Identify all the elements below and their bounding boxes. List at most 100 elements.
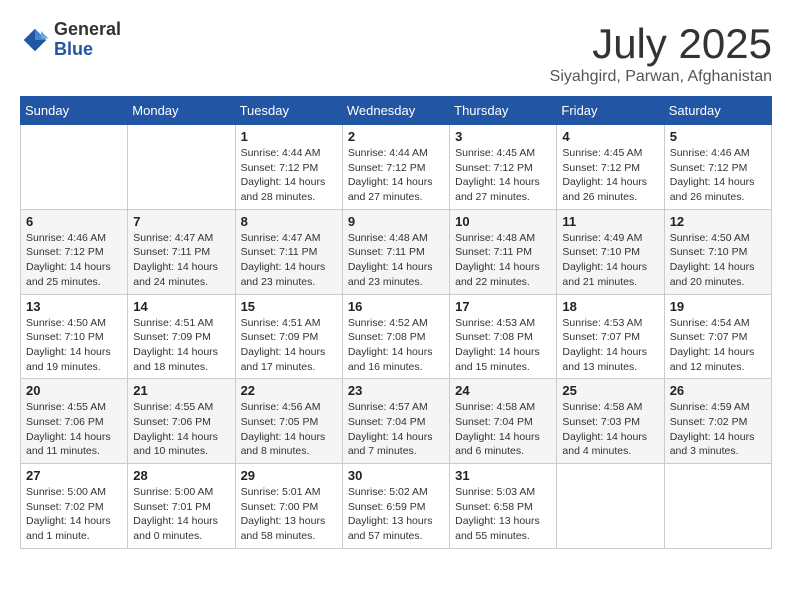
calendar-cell: 18Sunrise: 4:53 AM Sunset: 7:07 PM Dayli… [557, 294, 664, 379]
day-number: 26 [670, 383, 766, 398]
day-number: 9 [348, 214, 444, 229]
day-info: Sunrise: 4:58 AM Sunset: 7:04 PM Dayligh… [455, 400, 551, 459]
calendar-cell: 3 Sunrise: 4:45 AM Sunset: 7:12 PM Daylig… [450, 125, 557, 210]
weekday-header-sunday: Sunday [21, 97, 128, 125]
day-info: Sunrise: 5:00 AM Sunset: 7:02 PM Dayligh… [26, 485, 122, 544]
day-info: Sunrise: 4:46 AM Sunset: 7:12 PM Dayligh… [670, 146, 766, 205]
location-title: Siyahgird, Parwan, Afghanistan [550, 68, 772, 86]
day-info: Sunrise: 4:44 AM Sunset: 7:12 PM Dayligh… [348, 146, 444, 205]
day-number: 19 [670, 299, 766, 314]
day-info: Sunrise: 4:47 AM Sunset: 7:11 PM Dayligh… [133, 231, 229, 290]
calendar-cell: 29 Sunrise: 5:01 AM Sunset: 7:00 PM Dayli… [235, 464, 342, 549]
weekday-header-saturday: Saturday [664, 97, 771, 125]
calendar-cell: 14Sunrise: 4:51 AM Sunset: 7:09 PM Dayli… [128, 294, 235, 379]
logo-blue-text: Blue [54, 40, 121, 60]
calendar-cell: 5 Sunrise: 4:46 AM Sunset: 7:12 PM Daylig… [664, 125, 771, 210]
title-block: July 2025 Siyahgird, Parwan, Afghanistan [550, 20, 772, 86]
day-info: Sunrise: 4:58 AM Sunset: 7:03 PM Dayligh… [562, 400, 658, 459]
calendar-cell: 23Sunrise: 4:57 AM Sunset: 7:04 PM Dayli… [342, 379, 449, 464]
day-number: 2 [348, 129, 444, 144]
weekday-header-monday: Monday [128, 97, 235, 125]
calendar-cell: 10 Sunrise: 4:48 AM Sunset: 7:11 PM Dayli… [450, 209, 557, 294]
calendar-cell: 20Sunrise: 4:55 AM Sunset: 7:06 PM Dayli… [21, 379, 128, 464]
day-number: 31 [455, 468, 551, 483]
day-info: Sunrise: 4:48 AM Sunset: 7:11 PM Dayligh… [455, 231, 551, 290]
day-number: 3 [455, 129, 551, 144]
logo-text: General Blue [54, 20, 121, 60]
calendar-cell: 21 Sunrise: 4:55 AM Sunset: 7:06 PM Dayli… [128, 379, 235, 464]
day-number: 28 [133, 468, 229, 483]
day-info: Sunrise: 4:59 AM Sunset: 7:02 PM Dayligh… [670, 400, 766, 459]
calendar-cell: 26 Sunrise: 4:59 AM Sunset: 7:02 PM Dayli… [664, 379, 771, 464]
calendar-cell: 6 Sunrise: 4:46 AM Sunset: 7:12 PM Daylig… [21, 209, 128, 294]
day-info: Sunrise: 4:45 AM Sunset: 7:12 PM Dayligh… [455, 146, 551, 205]
day-number: 24 [455, 383, 551, 398]
calendar-cell: 8 Sunrise: 4:47 AM Sunset: 7:11 PM Daylig… [235, 209, 342, 294]
calendar-cell: 12Sunrise: 4:50 AM Sunset: 7:10 PM Dayli… [664, 209, 771, 294]
calendar-cell [128, 125, 235, 210]
day-info: Sunrise: 4:51 AM Sunset: 7:09 PM Dayligh… [133, 316, 229, 375]
day-info: Sunrise: 4:55 AM Sunset: 7:06 PM Dayligh… [26, 400, 122, 459]
calendar-cell: 17 Sunrise: 4:53 AM Sunset: 7:08 PM Dayli… [450, 294, 557, 379]
weekday-header-row: SundayMondayTuesdayWednesdayThursdayFrid… [21, 97, 772, 125]
logo-icon [20, 25, 50, 55]
day-number: 17 [455, 299, 551, 314]
week-row-4: 20Sunrise: 4:55 AM Sunset: 7:06 PM Dayli… [21, 379, 772, 464]
weekday-header-thursday: Thursday [450, 97, 557, 125]
day-info: Sunrise: 4:52 AM Sunset: 7:08 PM Dayligh… [348, 316, 444, 375]
day-number: 25 [562, 383, 658, 398]
day-info: Sunrise: 4:50 AM Sunset: 7:10 PM Dayligh… [26, 316, 122, 375]
calendar-cell: 31 Sunrise: 5:03 AM Sunset: 6:58 PM Dayli… [450, 464, 557, 549]
day-info: Sunrise: 5:02 AM Sunset: 6:59 PM Dayligh… [348, 485, 444, 544]
logo-general-text: General [54, 20, 121, 40]
day-number: 5 [670, 129, 766, 144]
day-info: Sunrise: 4:55 AM Sunset: 7:06 PM Dayligh… [133, 400, 229, 459]
calendar-cell [664, 464, 771, 549]
day-number: 21 [133, 383, 229, 398]
calendar-cell: 19Sunrise: 4:54 AM Sunset: 7:07 PM Dayli… [664, 294, 771, 379]
day-number: 10 [455, 214, 551, 229]
day-number: 12 [670, 214, 766, 229]
calendar-cell [557, 464, 664, 549]
logo: General Blue [20, 20, 121, 60]
day-info: Sunrise: 4:51 AM Sunset: 7:09 PM Dayligh… [241, 316, 337, 375]
day-number: 18 [562, 299, 658, 314]
calendar-cell: 2 Sunrise: 4:44 AM Sunset: 7:12 PM Daylig… [342, 125, 449, 210]
calendar-cell: 16 Sunrise: 4:52 AM Sunset: 7:08 PM Dayli… [342, 294, 449, 379]
weekday-header-friday: Friday [557, 97, 664, 125]
calendar-cell: 1Sunrise: 4:44 AM Sunset: 7:12 PM Daylig… [235, 125, 342, 210]
calendar-cell: 30Sunrise: 5:02 AM Sunset: 6:59 PM Dayli… [342, 464, 449, 549]
weekday-header-tuesday: Tuesday [235, 97, 342, 125]
day-number: 16 [348, 299, 444, 314]
day-number: 23 [348, 383, 444, 398]
day-number: 7 [133, 214, 229, 229]
calendar-cell: 25 Sunrise: 4:58 AM Sunset: 7:03 PM Dayli… [557, 379, 664, 464]
calendar-cell: 11Sunrise: 4:49 AM Sunset: 7:10 PM Dayli… [557, 209, 664, 294]
day-info: Sunrise: 5:03 AM Sunset: 6:58 PM Dayligh… [455, 485, 551, 544]
page-header: General Blue July 2025 Siyahgird, Parwan… [20, 20, 772, 86]
week-row-5: 27Sunrise: 5:00 AM Sunset: 7:02 PM Dayli… [21, 464, 772, 549]
day-number: 15 [241, 299, 337, 314]
week-row-1: 1 Sunrise: 4:44 AM Sunset: 7:12 PM Daylig… [21, 125, 772, 210]
day-number: 6 [26, 214, 122, 229]
day-number: 8 [241, 214, 337, 229]
day-info: Sunrise: 4:46 AM Sunset: 7:12 PM Dayligh… [26, 231, 122, 290]
day-info: Sunrise: 5:01 AM Sunset: 7:00 PM Dayligh… [241, 485, 337, 544]
month-title: July 2025 [550, 20, 772, 68]
calendar-table: SundayMondayTuesdayWednesdayThursdayFrid… [20, 96, 772, 549]
day-info: Sunrise: 4:53 AM Sunset: 7:08 PM Dayligh… [455, 316, 551, 375]
day-info: Sunrise: 4:48 AM Sunset: 7:11 PM Dayligh… [348, 231, 444, 290]
day-number: 4 [562, 129, 658, 144]
day-number: 29 [241, 468, 337, 483]
calendar-cell: 22Sunrise: 4:56 AM Sunset: 7:05 PM Dayli… [235, 379, 342, 464]
day-info: Sunrise: 4:47 AM Sunset: 7:11 PM Dayligh… [241, 231, 337, 290]
calendar-cell: 9 Sunrise: 4:48 AM Sunset: 7:11 PM Daylig… [342, 209, 449, 294]
calendar-cell [21, 125, 128, 210]
calendar-cell: 13 Sunrise: 4:50 AM Sunset: 7:10 PM Dayli… [21, 294, 128, 379]
day-number: 1 [241, 129, 337, 144]
day-number: 13 [26, 299, 122, 314]
calendar-cell: 27Sunrise: 5:00 AM Sunset: 7:02 PM Dayli… [21, 464, 128, 549]
day-number: 11 [562, 214, 658, 229]
calendar-cell: 28Sunrise: 5:00 AM Sunset: 7:01 PM Dayli… [128, 464, 235, 549]
calendar-cell: 4Sunrise: 4:45 AM Sunset: 7:12 PM Daylig… [557, 125, 664, 210]
